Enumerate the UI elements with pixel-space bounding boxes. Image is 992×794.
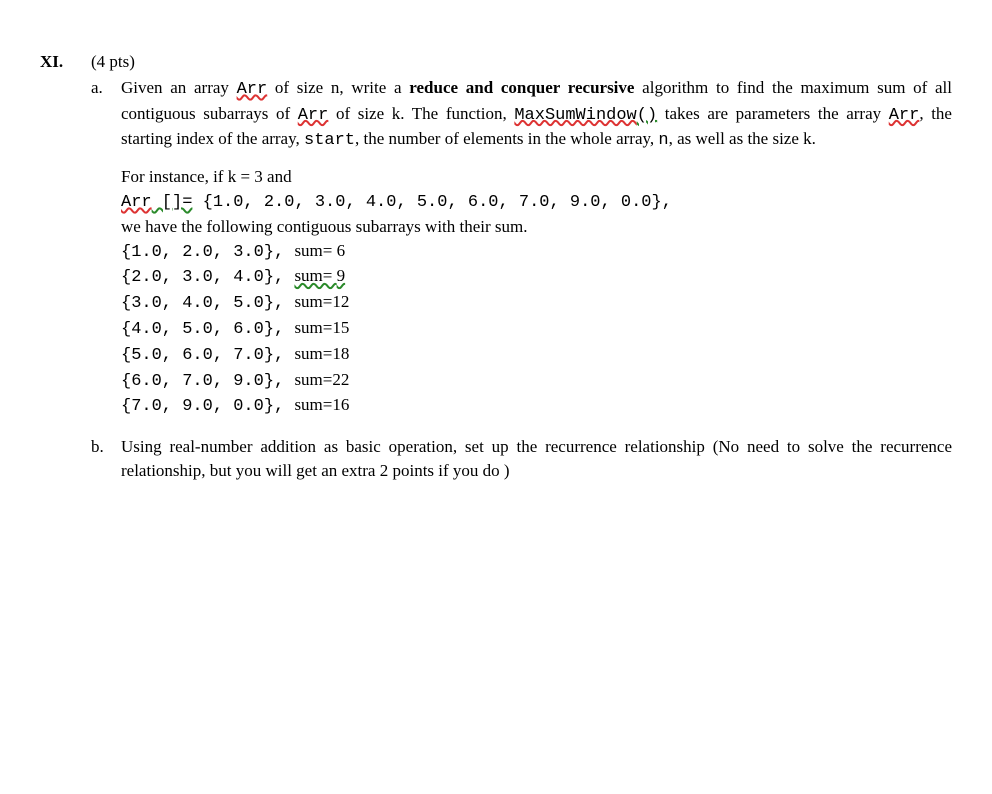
subpart-a: a. Given an array Arr of size n, write a… (91, 76, 952, 419)
code-arr: Arr (121, 193, 152, 212)
code-start: start (304, 131, 355, 150)
text: takes are parameters the array (657, 104, 889, 123)
subarray-line: {5.0, 6.0, 7.0}, sum=18 (121, 342, 952, 368)
sum-value: 22 (332, 370, 349, 389)
code-eq: []= (152, 193, 193, 212)
sum-label: sum= (294, 292, 332, 311)
separator: , (274, 320, 294, 339)
subarray-line: {1.0, 2.0, 3.0}, sum= 6 (121, 239, 952, 265)
subpart-a-marker: a. (91, 76, 107, 419)
example-block: For instance, if k = 3 and Arr []= {1.0,… (121, 165, 952, 419)
code-arr: Arr (889, 106, 920, 125)
code-func: MaxSumWindow (514, 106, 636, 125)
text: of size k. The function, (328, 104, 514, 123)
sum-label: sum= (294, 266, 336, 285)
subarray-list: {1.0, 2.0, 3.0}, sum= 6{2.0, 3.0, 4.0}, … (121, 239, 952, 420)
sum-value: 18 (332, 344, 349, 363)
separator: , (274, 372, 294, 391)
sum-value: 16 (332, 395, 349, 414)
paragraph-a: Given an array Arr of size n, write a re… (121, 76, 952, 153)
separator: , (274, 346, 294, 365)
sum-value: 15 (332, 318, 349, 337)
code-arr: Arr (237, 80, 268, 99)
sum-label: sum= (294, 370, 332, 389)
question-body: (4 pts) a. Given an array Arr of size n,… (91, 50, 952, 499)
text: of size n, write a (267, 78, 409, 97)
subarray-line: {3.0, 4.0, 5.0}, sum=12 (121, 290, 952, 316)
subpart-b-content: Using real-number addition as basic oper… (121, 435, 952, 483)
text: , as well as the size k. (669, 129, 816, 148)
subarray-values: {2.0, 3.0, 4.0} (121, 268, 274, 287)
separator: , (274, 397, 294, 416)
separator: , (274, 294, 294, 313)
sum-value: 6 (337, 241, 346, 260)
subarray-values: {1.0, 2.0, 3.0} (121, 243, 274, 262)
subarray-values: {3.0, 4.0, 5.0} (121, 294, 274, 313)
example-following: we have the following contiguous subarra… (121, 215, 952, 239)
code-n: n (658, 131, 668, 150)
sum-label: sum= (294, 395, 332, 414)
bold-text: reduce and conquer recursive (409, 78, 634, 97)
subarray-values: {4.0, 5.0, 6.0} (121, 320, 274, 339)
subarray-values: {5.0, 6.0, 7.0} (121, 346, 274, 365)
subpart-b: b. Using real-number addition as basic o… (91, 435, 952, 483)
sum-value: 12 (332, 292, 349, 311)
subarray-values: {7.0, 9.0, 0.0} (121, 397, 274, 416)
separator: , (274, 243, 294, 262)
subarray-line: {4.0, 5.0, 6.0}, sum=15 (121, 316, 952, 342)
sum-value: 9 (337, 266, 346, 285)
subarray-values: {6.0, 7.0, 9.0} (121, 372, 274, 391)
subpart-b-marker: b. (91, 435, 107, 483)
subarray-line: {6.0, 7.0, 9.0}, sum=22 (121, 368, 952, 394)
array-declaration: Arr []= {1.0, 2.0, 3.0, 4.0, 5.0, 6.0, 7… (121, 189, 952, 215)
separator: , (274, 268, 294, 287)
text: , the number of elements in the whole ar… (355, 129, 658, 148)
sum-label: sum= (294, 241, 336, 260)
sum-label: sum= (294, 344, 332, 363)
example-intro: For instance, if k = 3 and (121, 165, 952, 189)
code-array-values: {1.0, 2.0, 3.0, 4.0, 5.0, 6.0, 7.0, 9.0,… (192, 193, 671, 212)
sum-label: sum= (294, 318, 332, 337)
text: Given an array (121, 78, 237, 97)
subarray-line: {2.0, 3.0, 4.0}, sum= 9 (121, 264, 952, 290)
question-container: XI. (4 pts) a. Given an array Arr of siz… (40, 50, 952, 499)
subpart-a-content: Given an array Arr of size n, write a re… (121, 76, 952, 419)
code-paren: () (637, 106, 657, 125)
points-label: (4 pts) (91, 50, 952, 74)
question-number: XI. (40, 50, 75, 499)
subarray-line: {7.0, 9.0, 0.0}, sum=16 (121, 393, 952, 419)
subparts-list: a. Given an array Arr of size n, write a… (91, 76, 952, 483)
code-arr: Arr (298, 106, 329, 125)
